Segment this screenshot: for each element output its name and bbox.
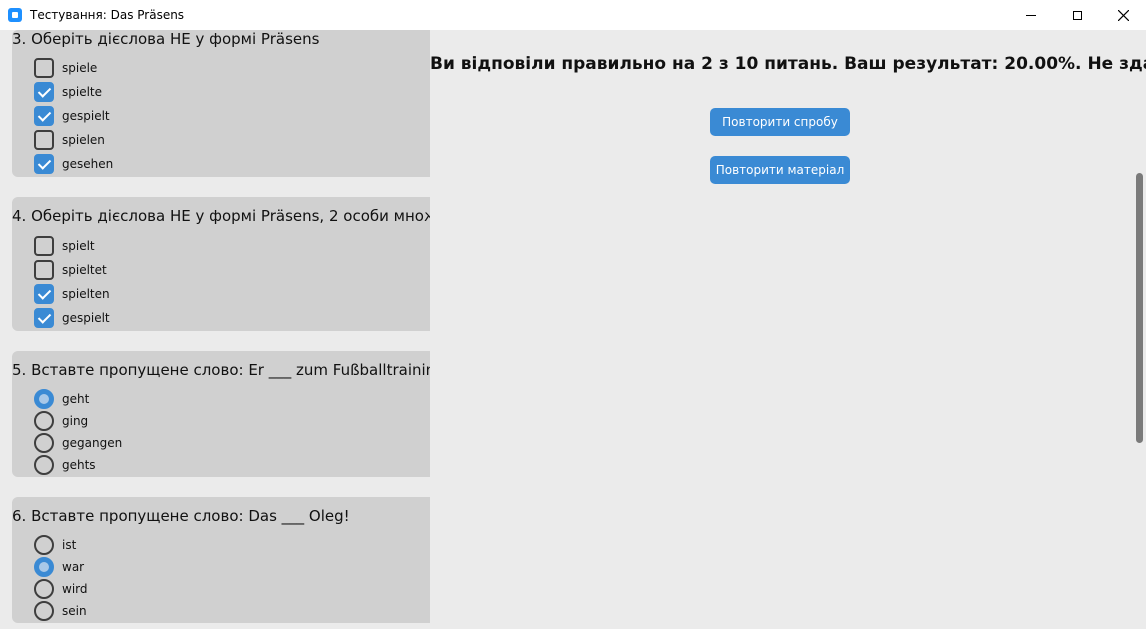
radio-button[interactable] [34,455,54,475]
option-label: spieltet [62,263,107,277]
radio-button[interactable] [34,579,54,599]
app-icon [8,8,22,22]
option-label: ist [62,538,77,552]
title-bar: Тестування: Das Präsens [0,0,1146,30]
question-title: 5. Вставте пропущене слово: Er ___ zum F… [12,361,430,379]
question-card: 3. Оберіть дієслова НЕ у формі Präsens s… [12,30,430,177]
checkbox[interactable] [34,260,54,280]
option-label: war [62,560,85,574]
option-label: ging [62,414,89,428]
close-button[interactable] [1100,0,1146,30]
question-card: 5. Вставте пропущене слово: Er ___ zum F… [12,351,430,477]
checkbox[interactable] [34,130,54,150]
checkbox[interactable] [34,308,54,328]
option-label: geht [62,392,90,406]
option-row[interactable]: spieltet [34,259,107,281]
checkbox[interactable] [34,154,54,174]
checkbox[interactable] [34,236,54,256]
radio-button[interactable] [34,389,54,409]
maximize-icon [1072,10,1082,20]
option-label: spielen [62,133,105,147]
result-text: Ви відповіли правильно на 2 з 10 питань.… [430,54,1146,74]
option-row[interactable]: war [34,556,84,578]
option-label: gespielt [62,311,110,325]
option-row[interactable]: sein [34,600,87,622]
option-label: gehts [62,458,96,472]
option-label: sein [62,604,87,618]
radio-button[interactable] [34,535,54,555]
checkbox[interactable] [34,284,54,304]
option-row[interactable]: gespielt [34,307,110,329]
option-label: spiele [62,61,98,75]
option-label: wird [62,582,88,596]
option-row[interactable]: gehts [34,454,96,476]
radio-button[interactable] [34,601,54,621]
checkbox[interactable] [34,58,54,78]
maximize-button[interactable] [1054,0,1100,30]
option-row[interactable]: gespielt [34,105,110,127]
question-title: 6. Вставте пропущене слово: Das ___ Oleg… [12,507,350,525]
question-card: 4. Оберіть дієслова НЕ у формі Präsens, … [12,197,430,331]
option-row[interactable]: ging [34,410,88,432]
option-row[interactable]: ist [34,534,76,556]
option-row[interactable]: gegangen [34,432,122,454]
option-row[interactable]: gesehen [34,153,113,175]
review-material-button[interactable]: Повторити матеріал [710,156,850,184]
minimize-icon [1026,14,1036,16]
option-label: gespielt [62,109,110,123]
scrollbar-thumb[interactable] [1136,173,1143,443]
vertical-scrollbar[interactable] [1134,30,1146,629]
retry-button[interactable]: Повторити спробу [710,108,850,136]
result-panel: Ви відповіли правильно на 2 з 10 питань.… [430,30,1146,629]
checkbox[interactable] [34,82,54,102]
question-title: 3. Оберіть дієслова НЕ у формі Präsens [12,30,320,48]
close-icon [1117,9,1129,21]
option-row[interactable]: spiele [34,57,97,79]
minimize-button[interactable] [1008,0,1054,30]
window-title: Тестування: Das Präsens [30,8,185,22]
checkbox[interactable] [34,106,54,126]
option-label: gesehen [62,157,114,171]
option-row[interactable]: spielen [34,129,105,151]
question-card: 6. Вставте пропущене слово: Das ___ Oleg… [12,497,430,623]
option-label: spielt [62,239,95,253]
radio-button[interactable] [34,433,54,453]
questions-panel[interactable]: 3. Оберіть дієслова НЕ у формі Präsens s… [0,30,430,629]
option-label: gegangen [62,436,123,450]
option-row[interactable]: spielte [34,81,102,103]
option-row[interactable]: spielten [34,283,110,305]
option-row[interactable]: spielt [34,235,95,257]
question-title: 4. Оберіть дієслова НЕ у формі Präsens, … [12,207,430,225]
radio-button[interactable] [34,557,54,577]
option-label: spielten [62,287,110,301]
option-row[interactable]: wird [34,578,88,600]
option-label: spielte [62,85,103,99]
option-row[interactable]: geht [34,388,89,410]
radio-button[interactable] [34,411,54,431]
